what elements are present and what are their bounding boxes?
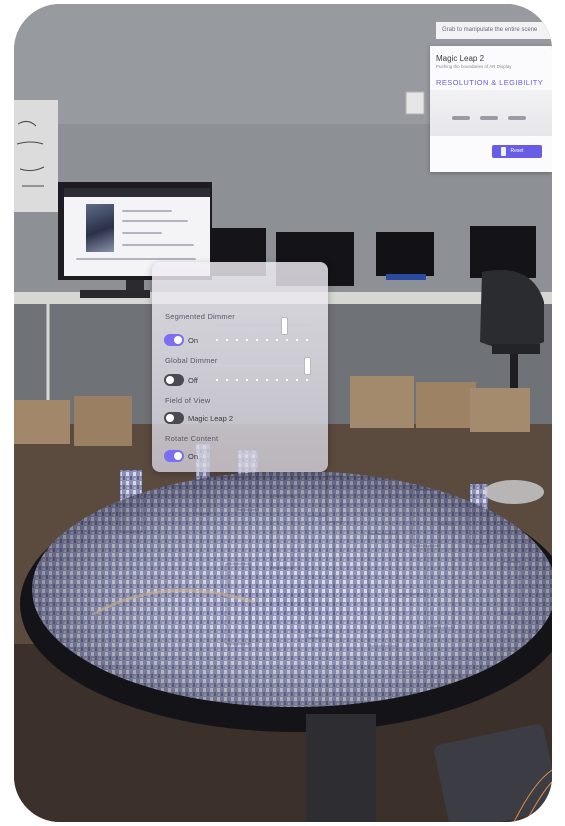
global-dimmer-slider[interactable] <box>212 357 312 375</box>
laptop-text-line <box>122 210 172 212</box>
laptop-photo-thumbnail <box>86 204 114 252</box>
preview-thumbnail <box>508 116 526 120</box>
rotate-content-label: Rotate Content <box>165 434 219 443</box>
toggle-knob <box>174 336 182 344</box>
laptop-text-line <box>76 258 196 260</box>
rotate-content-toggle[interactable] <box>164 450 184 462</box>
slider-ticks <box>212 338 312 342</box>
manipulate-hint-banner: Grab to manipulate the entire scene <box>436 22 552 39</box>
laptop-text-line <box>122 232 162 234</box>
toggle-knob <box>166 414 174 422</box>
preview-thumbnail <box>480 116 498 120</box>
global-dimmer-toggle[interactable] <box>164 374 184 386</box>
field-of-view-state: Magic Leap 2 <box>188 414 234 423</box>
magic-leap-info-panel: Magic Leap 2 Pushing the boundaries of A… <box>430 46 552 172</box>
laptop-top-bar <box>64 188 210 197</box>
segmented-dimmer-toggle[interactable] <box>164 334 184 346</box>
rotate-content-state: On <box>188 452 199 461</box>
reset-button[interactable]: Reset <box>492 145 542 158</box>
slider-ticks <box>212 378 312 382</box>
laptop-text-line <box>122 220 188 222</box>
global-dimmer-label: Global Dimmer <box>165 356 218 365</box>
controller-icon <box>501 147 506 156</box>
slider-handle[interactable] <box>304 357 311 375</box>
resolution-preview-images <box>430 90 552 136</box>
ar-camera-view: Grab to manipulate the entire scene Magi… <box>14 4 552 822</box>
segmented-dimmer-slider[interactable] <box>212 317 312 335</box>
panel-subtitle: Pushing the boundaries of AR Display <box>436 64 512 69</box>
global-dimmer-state: Off <box>188 376 198 385</box>
slider-handle[interactable] <box>281 317 288 335</box>
field-of-view-toggle[interactable] <box>164 412 184 424</box>
laptop-text-line <box>122 244 194 246</box>
toggle-knob <box>166 376 174 384</box>
dimmer-controls-panel: Segmented Dimmer On Global Dimmer Off Fi… <box>152 262 328 472</box>
segmented-dimmer-state: On <box>188 336 199 345</box>
field-of-view-label: Field of View <box>165 396 211 405</box>
segmented-dimmer-label: Segmented Dimmer <box>165 312 235 321</box>
panel-title: Magic Leap 2 <box>436 54 485 63</box>
preview-thumbnail <box>452 116 470 120</box>
panel-heading: RESOLUTION & LEGIBILITY <box>436 78 544 87</box>
toggle-knob <box>174 452 182 460</box>
